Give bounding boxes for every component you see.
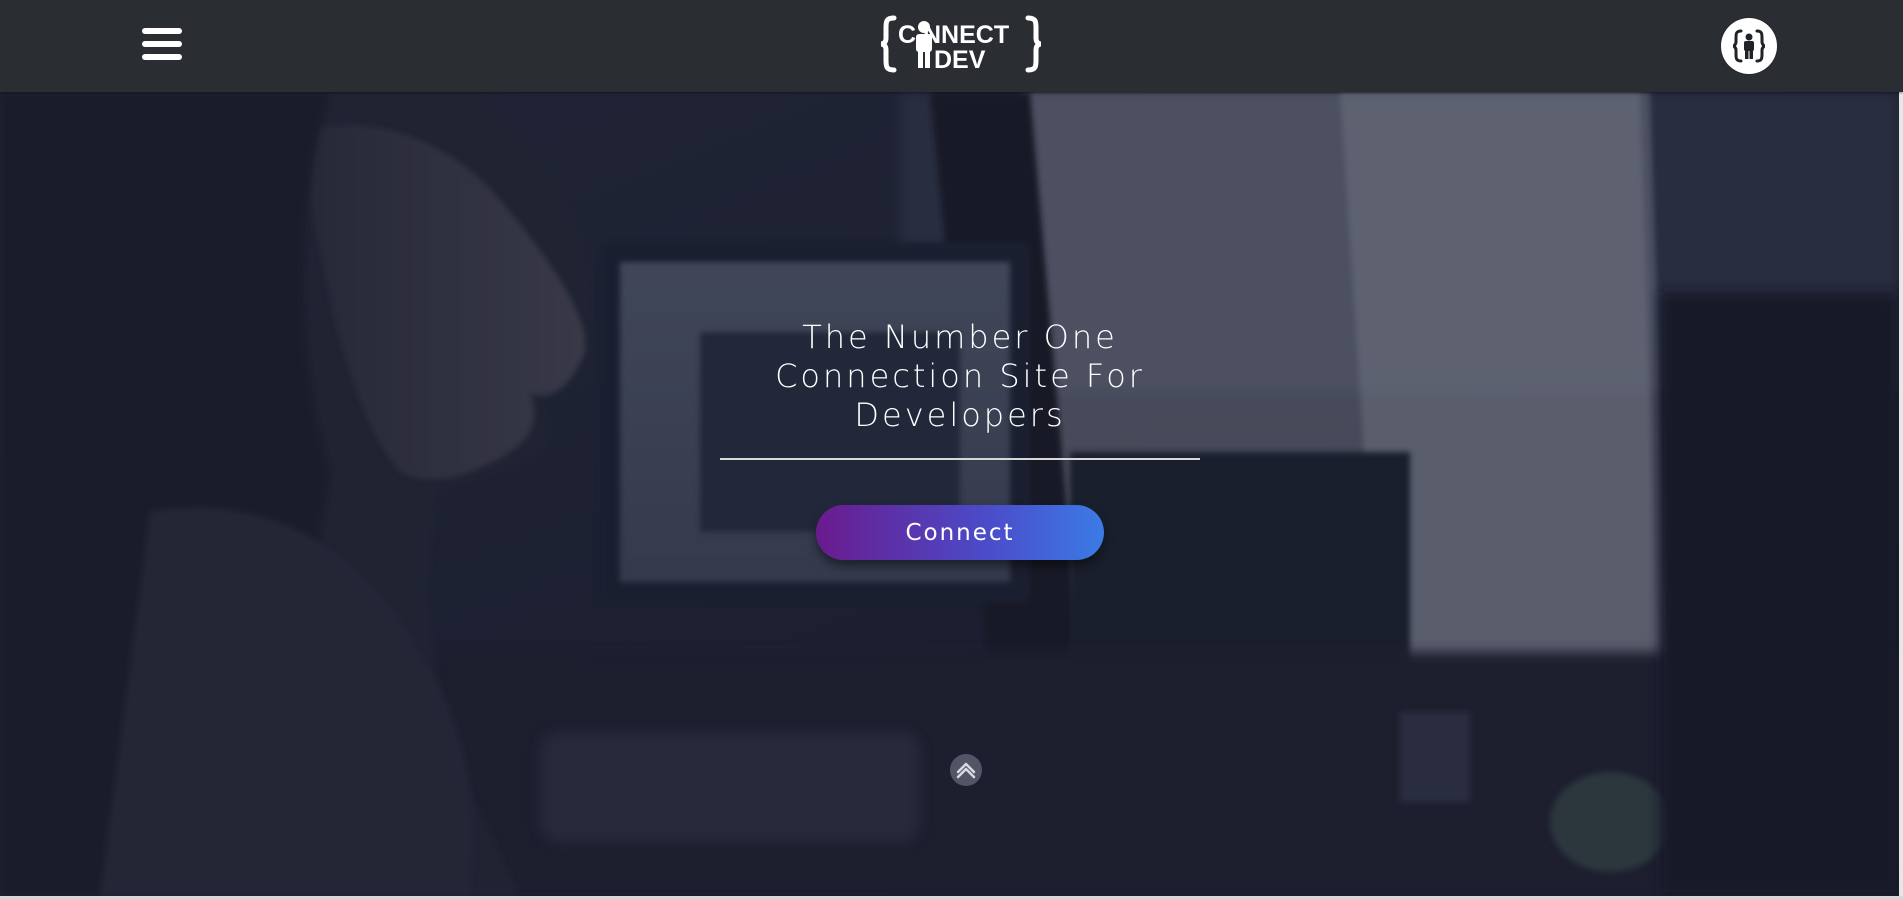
connect-button[interactable]: Connect	[816, 505, 1104, 560]
page: C NNECT DEV The Number One Connection Si…	[0, 0, 1903, 899]
hero-divider	[720, 458, 1200, 460]
logo-text-bottom: DEV	[934, 46, 986, 74]
profile-button[interactable]	[1721, 18, 1777, 74]
page-scrollbar[interactable]	[1899, 92, 1903, 896]
connect-dev-logo[interactable]: C NNECT DEV	[880, 14, 1042, 74]
hero-title: The Number One Connection Site For Devel…	[775, 318, 1145, 434]
logo-text-top: C NNECT	[898, 21, 1009, 49]
top-navbar: C NNECT DEV	[0, 0, 1903, 92]
chevron-up-icon	[956, 762, 976, 779]
hero-overlay	[0, 92, 1899, 896]
hero-section	[0, 92, 1899, 896]
hamburger-menu-icon[interactable]	[142, 28, 184, 62]
braces-person-icon	[1733, 29, 1765, 63]
scroll-up-button[interactable]	[950, 754, 982, 786]
